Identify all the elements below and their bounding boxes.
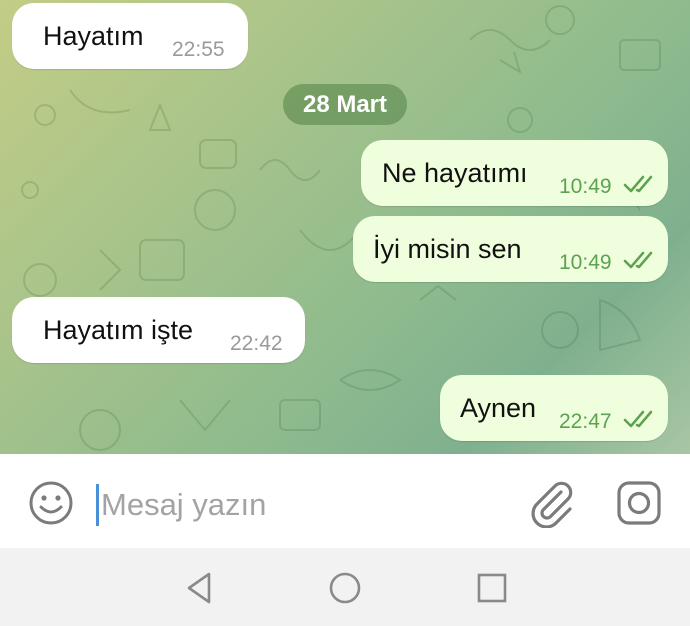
chat-screen: Hayatım 22:55 28 Mart Ne hayatımı 10:49 … — [0, 0, 690, 626]
message-time: 10:49 — [559, 175, 612, 198]
message-text: Ne hayatımı — [382, 158, 528, 188]
paperclip-icon[interactable] — [528, 478, 576, 528]
back-triangle-icon[interactable] — [181, 570, 217, 606]
message-time: 22:55 — [172, 38, 225, 61]
message-time: 10:49 — [559, 251, 612, 274]
home-circle-icon[interactable] — [327, 570, 363, 606]
read-ticks-icon — [623, 175, 653, 193]
text-cursor — [96, 484, 99, 526]
date-separator: 28 Mart — [283, 84, 407, 125]
message-bubble-incoming[interactable]: Hayatım işte 22:42 — [12, 297, 305, 363]
recents-square-icon[interactable] — [474, 570, 510, 606]
message-text: İyi misin sen — [373, 234, 522, 264]
message-bubble-outgoing[interactable]: İyi misin sen 10:49 — [353, 216, 668, 282]
message-bubble-incoming[interactable]: Hayatım 22:55 — [12, 3, 248, 69]
message-text: Aynen — [460, 393, 537, 423]
system-navigation-bar — [0, 548, 690, 626]
message-list[interactable]: Hayatım 22:55 28 Mart Ne hayatımı 10:49 … — [0, 0, 690, 454]
message-text: Hayatım işte — [43, 315, 194, 345]
message-time: 22:42 — [230, 332, 283, 355]
camera-icon[interactable] — [616, 480, 662, 526]
message-input[interactable]: Mesaj yazın — [101, 484, 266, 526]
message-composer: Mesaj yazın — [0, 454, 690, 548]
message-time: 22:47 — [559, 410, 612, 433]
message-text: Hayatım — [43, 21, 144, 51]
message-bubble-outgoing[interactable]: Ne hayatımı 10:49 — [361, 140, 668, 206]
smiley-icon[interactable] — [28, 480, 74, 526]
read-ticks-icon — [623, 251, 653, 269]
message-bubble-outgoing[interactable]: Aynen 22:47 — [440, 375, 668, 441]
read-ticks-icon — [623, 410, 653, 428]
